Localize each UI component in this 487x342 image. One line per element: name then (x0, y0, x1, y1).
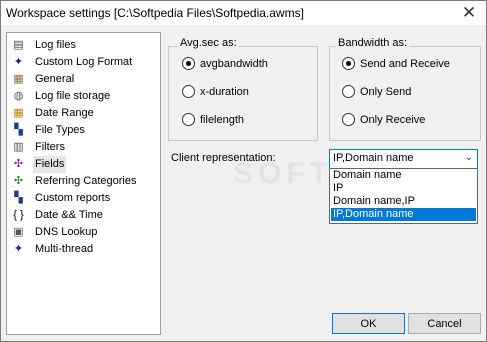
cancel-button[interactable]: Cancel (408, 313, 481, 334)
radio-label: avgbandwidth (200, 58, 268, 70)
dns-lookup-icon: ▣ (13, 226, 24, 238)
radio-label: Only Receive (360, 114, 426, 126)
window-title: Workspace settings [C:\Softpedia Files\S… (6, 6, 304, 20)
dropdown-option-domain-name[interactable]: Domain name (331, 169, 476, 182)
radio-label: Send and Receive (360, 58, 450, 70)
radio-label: Only Send (360, 86, 412, 98)
tree-item-label: General (35, 73, 75, 85)
avg-sec-legend: Avg.sec as: (178, 37, 239, 49)
categories-icon: ✣ (13, 175, 24, 187)
radio-circle (182, 113, 195, 126)
general-settings-icon: ▦ (13, 73, 24, 85)
file-types-icon: ▚ (14, 124, 23, 136)
radio-circle (342, 85, 355, 98)
client-representation-label: Client representation: (171, 152, 276, 164)
tree-item-label: File Types (35, 124, 85, 136)
radio-circle (342, 57, 355, 70)
radio-circle (182, 57, 195, 70)
tree-item-label: Date && Time (35, 209, 103, 221)
radio-selected-dot (346, 61, 351, 66)
tree-item-label: Log file storage (35, 90, 111, 102)
fields-icon: ✣ (13, 158, 24, 170)
database-icon: ◍ (13, 90, 24, 102)
client-representation-select[interactable]: IP,Domain name ⌄ (329, 149, 478, 170)
tree-item-label: Fields (33, 156, 67, 173)
ok-button[interactable]: OK (332, 313, 405, 334)
radio-label: filelength (200, 114, 245, 126)
pin-icon: ✦ (13, 56, 24, 68)
multithread-icon: ✦ (13, 243, 24, 255)
title-bar: Workspace settings [C:\Softpedia Files\S… (1, 1, 486, 25)
select-value: IP,Domain name (333, 152, 414, 164)
close-icon[interactable]: ✕ (452, 1, 486, 25)
settings-tree: ▤ Log files ✦ Custom Log Format ▦ General ◍… (6, 32, 161, 335)
calendar-icon: ▦ (13, 107, 24, 119)
custom-reports-icon: ▚ (14, 192, 23, 204)
radio-label: x-duration (200, 86, 249, 98)
log-files-icon: ▤ (13, 39, 24, 51)
filter-icon: ▥ (13, 141, 24, 153)
chevron-down-icon: ⌄ (464, 152, 473, 163)
dropdown-option-ip[interactable]: IP (331, 182, 476, 195)
radio-circle (182, 85, 195, 98)
dropdown-option-domain-name-ip[interactable]: Domain name,IP (331, 195, 476, 208)
tree-item-label: Filters (35, 141, 65, 153)
tree-item-label: Multi-thread (35, 243, 94, 255)
braces-icon: { } (13, 209, 24, 221)
tree-item-label: Custom reports (35, 192, 111, 204)
settings-window: Workspace settings [C:\Softpedia Files\S… (0, 0, 487, 342)
bandwidth-legend: Bandwidth as: (336, 37, 410, 49)
tree-item-label: DNS Lookup (35, 226, 98, 238)
tree-item-label: Log files (35, 39, 76, 51)
tree-item-label: Custom Log Format (35, 56, 133, 68)
client-representation-dropdown: Domain name IP Domain name,IP IP,Domain … (329, 168, 478, 224)
tree-item-label: Referring Categories (35, 175, 137, 187)
dropdown-option-ip-domain-name[interactable]: IP,Domain name (331, 208, 476, 221)
radio-selected-dot (186, 61, 191, 66)
tree-item-label: Date Range (35, 107, 94, 119)
radio-circle (342, 113, 355, 126)
